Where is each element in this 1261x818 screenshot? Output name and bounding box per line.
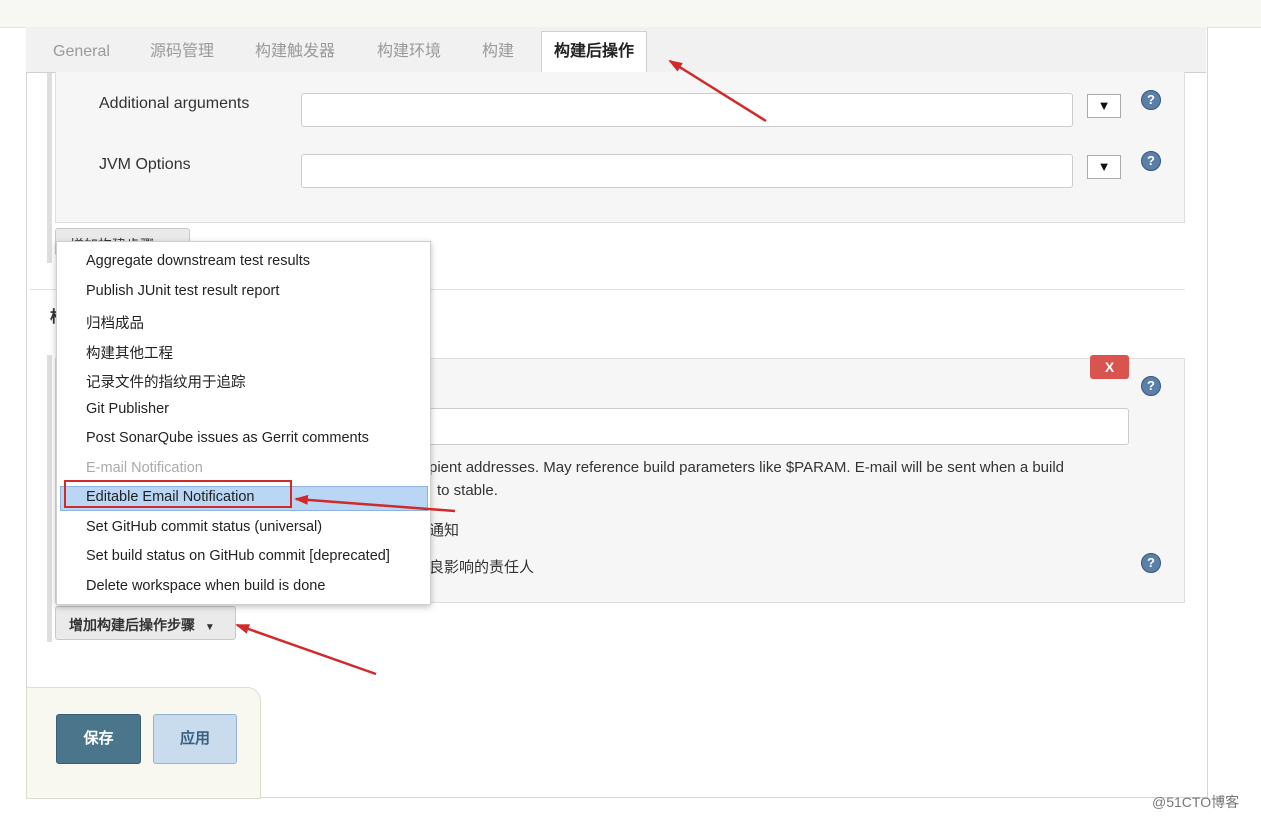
arrow-to-post-build-tab: [668, 59, 767, 123]
watermark: @51CTO博客: [1152, 794, 1240, 810]
annotation-arrows: [235, 59, 767, 676]
arrow-to-editable-email: [294, 494, 456, 513]
arrow-to-add-post-build-button: [235, 623, 377, 676]
